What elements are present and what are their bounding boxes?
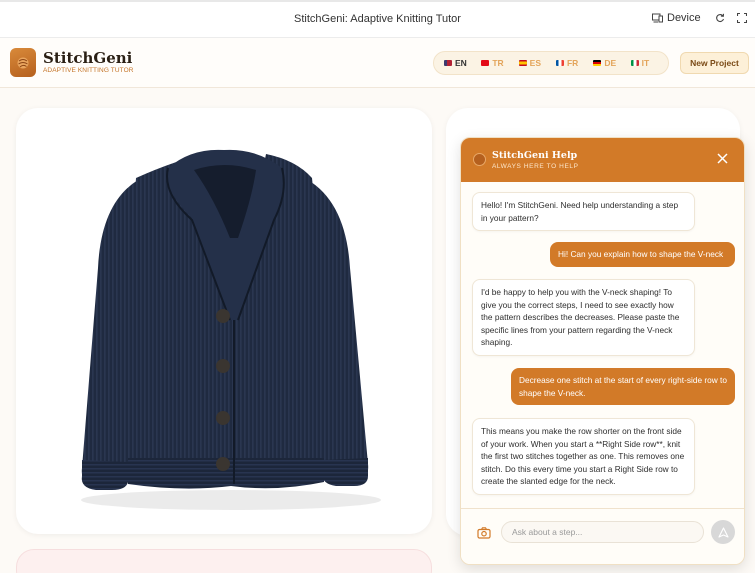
lang-de-button[interactable]: DE xyxy=(593,58,630,68)
chat-subtitle: ALWAYS HERE TO HELP xyxy=(492,163,579,170)
brand-tagline: ADAPTIVE KNITTING TUTOR xyxy=(43,67,134,74)
device-label: Device xyxy=(667,12,701,24)
pattern-image-card xyxy=(16,108,432,534)
flag-es-icon xyxy=(518,60,527,66)
flag-fr-icon xyxy=(555,60,564,66)
lang-es-button[interactable]: ES xyxy=(518,58,556,68)
help-chat-widget: StitchGeni Help ALWAYS HERE TO HELP Hell… xyxy=(460,137,745,565)
send-icon xyxy=(717,526,729,538)
lang-fr-button[interactable]: FR xyxy=(555,58,593,68)
language-selector: EN TR ES FR DE IT xyxy=(433,51,669,75)
chat-logo-icon xyxy=(473,153,486,166)
close-icon[interactable] xyxy=(717,151,728,167)
secondary-card xyxy=(16,549,432,573)
chat-title: StitchGeni Help xyxy=(492,150,578,161)
device-icon xyxy=(652,13,663,23)
flag-en-icon xyxy=(444,60,452,66)
window-title: StitchGeni: Adaptive Knitting Tutor xyxy=(294,13,461,25)
flag-tr-icon xyxy=(481,60,490,66)
bot-message: This means you make the row shorter on t… xyxy=(472,418,695,495)
lang-tr-label: TR xyxy=(492,58,504,68)
lang-it-button[interactable]: IT xyxy=(630,58,668,68)
fullscreen-icon[interactable] xyxy=(736,12,748,26)
window-titlebar: StitchGeni: Adaptive Knitting Tutor Devi… xyxy=(0,0,755,38)
lang-tr-button[interactable]: TR xyxy=(481,58,518,68)
bot-message: Hello! I'm StitchGeni. Need help underst… xyxy=(472,192,695,231)
bot-message: I'd be happy to help you with the V-neck… xyxy=(472,279,695,356)
device-toggle[interactable]: Device xyxy=(652,12,701,24)
cardigan-image xyxy=(81,149,381,510)
logo xyxy=(10,48,36,77)
brand-name: StitchGeni xyxy=(43,49,133,67)
new-project-button[interactable]: New Project xyxy=(680,52,749,74)
app-header: StitchGeni ADAPTIVE KNITTING TUTOR EN TR… xyxy=(0,38,755,88)
chat-composer xyxy=(461,508,744,564)
chat-header: StitchGeni Help ALWAYS HERE TO HELP xyxy=(461,138,744,182)
send-button[interactable] xyxy=(711,520,735,544)
user-message: Hi! Can you explain how to shape the V-n… xyxy=(550,242,735,267)
lang-es-label: ES xyxy=(529,58,541,68)
user-message: Decrease one stitch at the start of ever… xyxy=(511,368,735,405)
chat-messages: Hello! I'm StitchGeni. Need help underst… xyxy=(461,182,744,508)
flag-de-icon xyxy=(593,60,602,66)
refresh-icon[interactable] xyxy=(715,13,725,26)
lang-it-label: IT xyxy=(641,58,650,68)
chat-input[interactable] xyxy=(501,521,704,543)
yarn-ball-icon xyxy=(17,57,29,68)
flag-it-icon xyxy=(630,60,639,66)
lang-en-label: EN xyxy=(455,58,467,68)
lang-de-label: DE xyxy=(604,58,617,68)
lang-en-button[interactable]: EN xyxy=(444,58,481,68)
camera-icon[interactable] xyxy=(477,526,491,540)
lang-fr-label: FR xyxy=(566,58,579,68)
